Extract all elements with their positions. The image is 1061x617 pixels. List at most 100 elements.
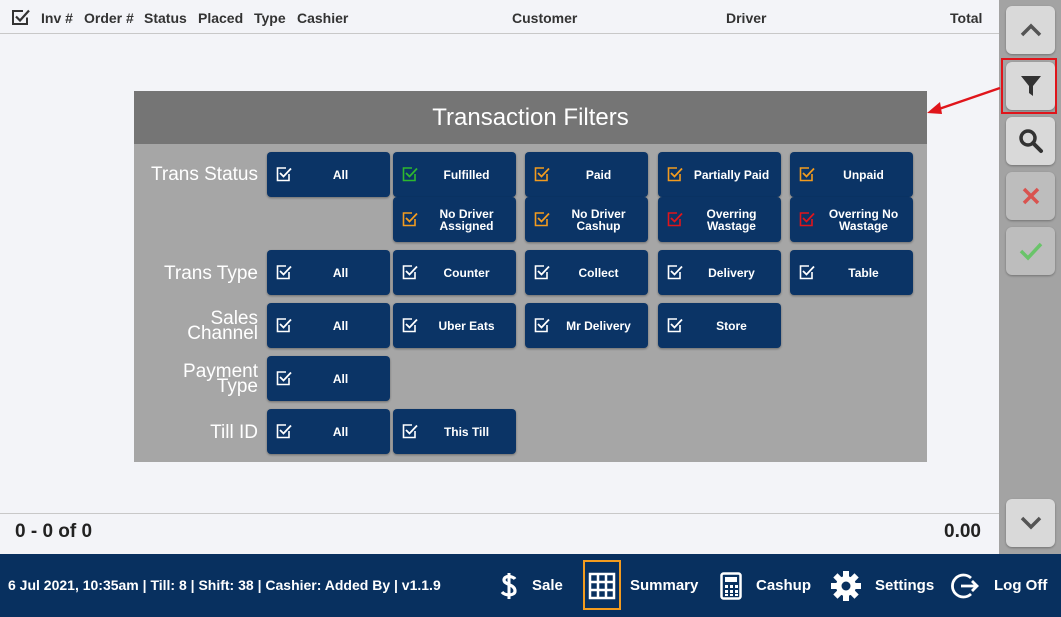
checkbox-checked-icon [402,167,418,182]
nav-settings-label: Settings [875,577,935,594]
confirm-check-icon [1019,242,1042,261]
dollar-icon [500,572,518,600]
checkbox-checked-icon [276,371,292,386]
row-label-payment-type: Payment Type [183,361,258,397]
row-label-till-id: Till ID [210,422,258,443]
checkbox-checked-icon [534,167,550,182]
filter-payment-type-all-button[interactable]: All [267,356,390,401]
filter-button-label: Collect [578,265,619,280]
column-header-inv[interactable]: Inv # [41,10,73,26]
checkbox-checked-icon [402,265,418,280]
filter-highlight-box [1001,58,1057,114]
checkbox-checked-icon [799,167,815,182]
filter-trans-status-partially-paid-button[interactable]: Partially Paid [658,152,781,197]
nav-cashup-label: Cashup [756,577,812,594]
filter-trans-type-table-button[interactable]: Table [790,250,913,295]
filter-button-label: Mr Delivery [566,318,631,333]
filter-button-label: Overring No Wastage [828,206,899,233]
filter-trans-type-counter-button[interactable]: Counter [393,250,516,295]
filter-sales-channel-uber-eats-button[interactable]: Uber Eats [393,303,516,348]
filter-button-label: All [332,371,349,386]
transaction-filters-dialog: Transaction Filters Trans Status Trans T… [134,91,927,462]
checkbox-checked-icon [276,167,292,182]
summary-divider [0,513,999,514]
column-header-status[interactable]: Status [144,10,187,26]
filter-trans-type-all-button[interactable]: All [267,250,390,295]
filter-button-label: This Till [443,424,490,439]
confirm-button[interactable] [1006,227,1055,275]
checkbox-checked-icon [667,318,683,333]
filter-trans-status-paid-button[interactable]: Paid [525,152,648,197]
select-all-checkbox-icon[interactable] [11,8,31,26]
nav-log-off-label: Log Off [994,577,1048,594]
annotation-arrow-icon [927,86,1001,114]
column-header-placed[interactable]: Placed [198,10,243,26]
calculator-icon [720,571,742,600]
checkbox-checked-icon [402,212,418,227]
filter-sales-channel-mr-delivery-button[interactable]: Mr Delivery [525,303,648,348]
filter-button-label: No Driver Cashup [571,206,626,233]
checkbox-checked-icon [667,265,683,280]
filter-sales-channel-all-button[interactable]: All [267,303,390,348]
filter-trans-type-collect-button[interactable]: Collect [525,250,648,295]
checkbox-checked-icon [402,424,418,439]
filter-button-label: All [332,167,349,182]
filter-till-id-this-till-button[interactable]: This Till [393,409,516,454]
filter-trans-status-fulfilled-button[interactable]: Fulfilled [393,152,516,197]
filter-trans-status-no-driver-assigned-button[interactable]: No Driver Assigned [393,197,516,242]
nav-cashup[interactable]: Cashup [720,554,811,617]
nav-log-off[interactable]: Log Off [950,554,1047,617]
nav-sale[interactable]: Sale [500,554,563,617]
filter-trans-type-delivery-button[interactable]: Delivery [658,250,781,295]
scroll-up-button[interactable] [1006,6,1055,54]
checkbox-checked-icon [534,212,550,227]
filter-trans-status-unpaid-button[interactable]: Unpaid [790,152,913,197]
checkbox-checked-icon [667,167,683,182]
nav-settings[interactable]: Settings [831,554,934,617]
column-header-total[interactable]: Total [950,10,982,26]
filter-sales-channel-store-button[interactable]: Store [658,303,781,348]
cancel-button[interactable] [1006,172,1055,220]
gear-icon [831,570,861,601]
row-label-trans-type: Trans Type [164,263,258,284]
checkbox-checked-icon [667,212,683,227]
filter-button-label: Uber Eats [438,318,495,333]
filter-till-id-all-button[interactable]: All [267,409,390,454]
filter-button-label: No Driver Assigned [439,206,494,233]
nav-sale-label: Sale [532,577,563,594]
record-count: 0 - 0 of 0 [15,521,93,542]
status-info: 6 Jul 2021, 10:35am | Till: 8 | Shift: 3… [8,577,441,593]
filter-trans-status-overring-wastage-button[interactable]: Overring Wastage [658,197,781,242]
checkbox-checked-icon [534,265,550,280]
checkbox-checked-icon [799,212,815,227]
checkbox-checked-icon [402,318,418,333]
row-label-trans-status: Trans Status [150,164,258,185]
filter-button-label: All [332,424,349,439]
filter-trans-status-no-driver-cashup-button[interactable]: No Driver Cashup [525,197,648,242]
table-header: Inv # Order # Status Placed Type Cashier… [0,0,999,34]
filter-trans-status-overring-no-wastage-button[interactable]: Overring No Wastage [790,197,913,242]
summary-active-indicator [583,560,621,610]
filter-button-label: Fulfilled [443,167,490,182]
column-header-cashier[interactable]: Cashier [297,10,348,26]
filter-trans-status-all-button[interactable]: All [267,152,390,197]
checkbox-checked-icon [276,318,292,333]
chevron-down-icon [1020,516,1041,530]
cancel-x-icon [1022,187,1039,205]
filter-button-label: Table [848,265,879,280]
checkbox-checked-icon [799,265,815,280]
column-header-customer[interactable]: Customer [512,10,577,26]
filter-button-label: All [332,265,349,280]
checkbox-checked-icon [276,265,292,280]
logout-icon [950,571,980,601]
search-button[interactable] [1006,117,1055,165]
column-header-type[interactable]: Type [254,10,286,26]
scroll-down-button[interactable] [1006,499,1055,547]
column-header-order[interactable]: Order # [84,10,134,26]
column-header-driver[interactable]: Driver [726,10,766,26]
checkbox-checked-icon [534,318,550,333]
filter-button-label: Overring Wastage [706,206,757,233]
filter-button-label: Paid [585,167,612,182]
bottom-bar: 6 Jul 2021, 10:35am | Till: 8 | Shift: 3… [0,554,1061,617]
filter-button-label: Counter [443,265,490,280]
